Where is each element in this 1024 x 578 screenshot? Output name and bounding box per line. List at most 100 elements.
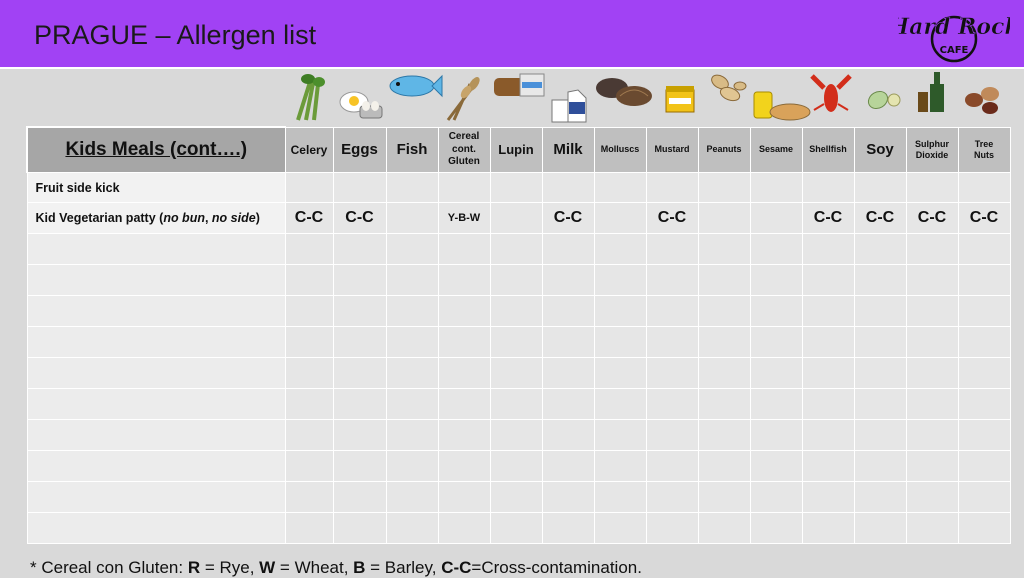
col-header-cereal-gluten: Cereal cont. Gluten — [437, 126, 491, 173]
footnote-part: =Cross-contamination. — [471, 558, 642, 577]
header-divider — [0, 67, 1024, 69]
allergen-cell-eggs — [332, 172, 387, 203]
allergen-cell-empty — [385, 326, 439, 358]
allergen-cell-empty — [749, 419, 803, 451]
allergen-cell-empty — [593, 357, 647, 389]
allergen-cell-empty — [905, 357, 959, 389]
allergen-cell-empty — [437, 481, 491, 513]
col-header-cereal-gluten-label: Cereal cont. Gluten — [448, 131, 480, 167]
col-header-tree-nuts-label: Tree Nuts — [974, 138, 994, 160]
allergen-cell-empty — [957, 264, 1011, 296]
allergen-cell-empty — [645, 419, 699, 451]
row-name-empty — [26, 326, 286, 358]
footnote-key: B — [353, 558, 366, 577]
allergen-cell-empty — [437, 419, 491, 451]
allergen-cell-empty — [905, 512, 959, 544]
allergen-cell-molluscs — [593, 202, 647, 234]
logo-wordmark: Hard Rock — [898, 14, 1010, 40]
row-name-empty — [26, 264, 286, 296]
allergen-cell-empty — [645, 264, 699, 296]
allergen-cell-sulphur-dioxide — [905, 172, 959, 203]
row-name-fruit-side-kick: Fruit side kick — [26, 172, 286, 203]
wine-bottle-icon — [918, 72, 944, 112]
allergen-cell-empty — [957, 295, 1011, 327]
allergen-cell-empty — [437, 264, 491, 296]
allergen-cell-empty — [489, 264, 543, 296]
row-name-part: , — [204, 211, 212, 225]
footnote-key: R — [187, 558, 201, 577]
allergen-cell-empty — [905, 388, 959, 420]
allergen-cell-empty — [437, 233, 491, 265]
allergen-cell-empty — [593, 326, 647, 358]
table-row: Fruit side kick — [26, 172, 1011, 203]
allergen-cell-empty — [437, 388, 491, 420]
allergen-cell-celery: C-C — [284, 202, 334, 234]
allergen-cell-empty — [541, 481, 595, 513]
allergen-cell-molluscs — [593, 172, 647, 203]
allergen-cell-empty — [332, 481, 387, 513]
allergen-cell-empty — [905, 326, 959, 358]
allergen-cell-empty — [853, 326, 907, 358]
menu-section-heading: Kids Meals (cont….) — [26, 126, 286, 173]
celery-icon — [296, 74, 325, 121]
allergen-cell-empty — [437, 512, 491, 544]
logo-cafe: CAFE — [940, 45, 969, 56]
lobster-icon — [810, 74, 852, 112]
allergen-cell-empty — [645, 233, 699, 265]
table-row — [26, 264, 1011, 296]
eggs-icon — [339, 91, 383, 119]
table-row — [26, 419, 1011, 451]
allergen-cell-empty — [385, 512, 439, 544]
allergen-cell-empty — [284, 233, 334, 265]
allergen-cell-empty — [284, 450, 334, 482]
row-name-empty — [26, 512, 286, 544]
allergen-cell-empty — [853, 357, 907, 389]
allergen-cell-empty — [645, 450, 699, 482]
col-header-milk: Milk — [541, 126, 595, 173]
col-header-celery: Celery — [284, 126, 334, 173]
page-title: PRAGUE – Allergen list — [34, 20, 317, 50]
allergen-cell-empty — [697, 326, 751, 358]
allergen-cell-empty — [905, 419, 959, 451]
allergen-cell-empty — [385, 357, 439, 389]
allergen-cell-empty — [284, 388, 334, 420]
row-name-empty — [26, 233, 286, 265]
table-row: Kid Vegetarian patty (no bun, no side) C… — [26, 202, 1011, 234]
footnote-part: * Cereal con Gluten: — [30, 558, 188, 577]
row-name-kid-vegetarian-patty: Kid Vegetarian patty (no bun, no side) — [26, 202, 286, 234]
col-header-molluscs: Molluscs — [593, 126, 647, 173]
allergen-cell-tree-nuts — [957, 172, 1011, 203]
allergen-cell-empty — [957, 419, 1011, 451]
allergen-cell-empty — [284, 295, 334, 327]
col-header-peanuts: Peanuts — [697, 126, 751, 173]
allergen-cell-empty — [489, 295, 543, 327]
allergen-cell-empty — [284, 481, 334, 513]
allergen-cell-empty — [749, 450, 803, 482]
allergen-cell-empty — [593, 481, 647, 513]
table-row — [26, 481, 1011, 513]
allergen-cell-empty — [332, 419, 387, 451]
allergen-cell-shellfish — [801, 172, 855, 203]
row-name-note: no bun — [163, 211, 205, 225]
col-header-lupin: Lupin — [489, 126, 543, 173]
allergen-cell-empty — [697, 512, 751, 544]
allergen-cell-empty — [385, 264, 439, 296]
allergen-cell-empty — [437, 326, 491, 358]
tree-nuts-icon — [965, 87, 999, 114]
allergen-cell-empty — [697, 357, 751, 389]
allergen-cell-empty — [489, 419, 543, 451]
allergen-cell-empty — [853, 450, 907, 482]
allergen-cell-empty — [801, 264, 855, 296]
allergen-cell-cereal-cont-gluten: Y-B-W — [437, 202, 491, 234]
allergen-cell-empty — [801, 357, 855, 389]
mustard-jar-icon — [665, 86, 695, 113]
allergen-cell-empty — [541, 326, 595, 358]
allergen-cell-peanuts — [697, 172, 751, 203]
row-name-empty — [26, 357, 286, 389]
allergen-cell-empty — [645, 357, 699, 389]
allergen-cell-empty — [541, 450, 595, 482]
wheat-icon — [446, 77, 480, 121]
allergen-cell-empty — [749, 264, 803, 296]
allergen-cell-empty — [957, 233, 1011, 265]
allergen-cell-sesame — [749, 172, 803, 203]
